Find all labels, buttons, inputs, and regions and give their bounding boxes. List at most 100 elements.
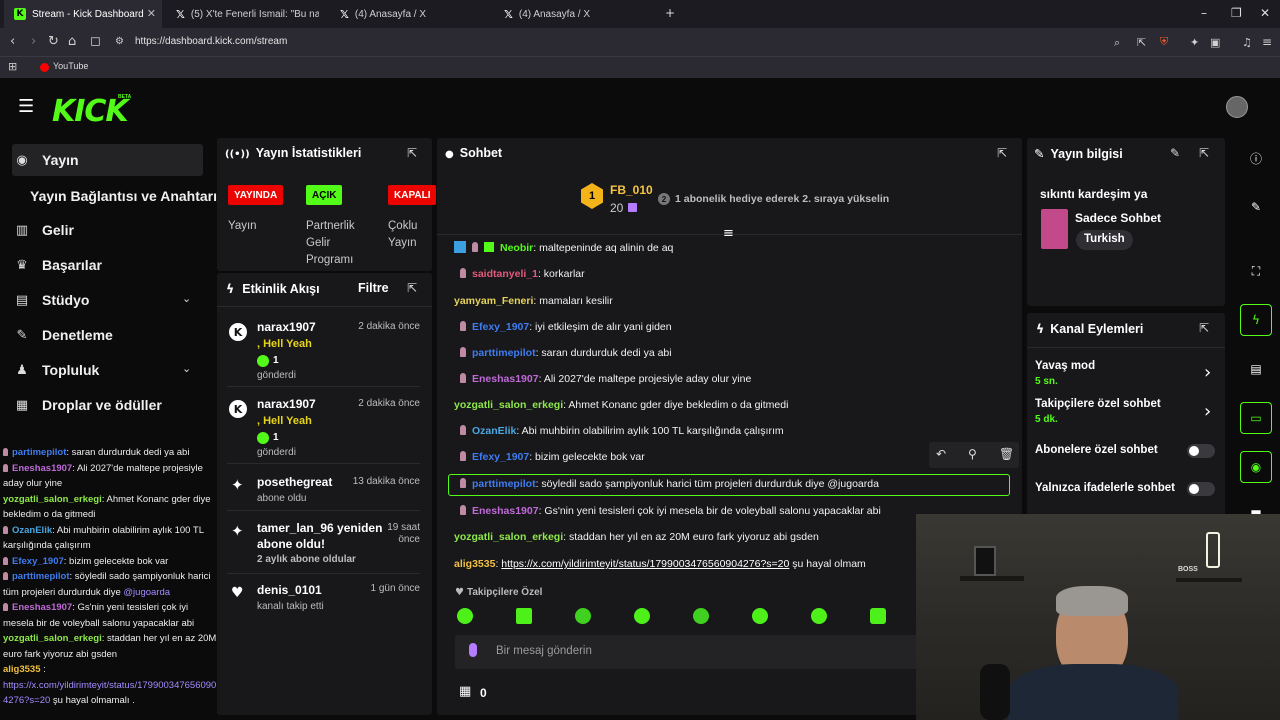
forward-icon[interactable]: › [31, 34, 36, 49]
media-icon[interactable]: ♫ [1242, 36, 1252, 49]
chat-user[interactable]: Neobir [500, 242, 533, 254]
sidebar-item-droplar[interactable]: ▦ Droplar ve ödüller [14, 390, 162, 420]
emote[interactable] [516, 608, 532, 624]
chat-message[interactable]: yozgatli_salon_erkegi: staddan her yıl e… [454, 530, 819, 544]
bookmark-youtube[interactable]: YouTube [53, 61, 88, 71]
emote[interactable] [870, 608, 886, 624]
chat-user[interactable]: parttimepilot [472, 347, 536, 359]
top-gifter-name[interactable]: FB_010 [610, 183, 653, 197]
chat-user[interactable]: Eneshas1907 [472, 505, 539, 517]
emote[interactable] [634, 608, 650, 624]
chat-user[interactable]: Eneshas1907 [472, 373, 539, 385]
menu-icon[interactable]: ≡ [1262, 35, 1272, 49]
chevron-right-icon[interactable]: › [1204, 401, 1211, 422]
emote[interactable] [811, 608, 827, 624]
home-icon[interactable]: ⌂ [68, 34, 76, 49]
chat-user[interactable]: yozgatli_salon_erkegi [454, 531, 563, 543]
kick-logo[interactable]: KICK [52, 94, 129, 129]
url-field[interactable]: https://dashboard.kick.com/stream [135, 36, 287, 47]
chat-message[interactable]: Efexy_1907: bizim gelecekte bok var [460, 450, 645, 464]
tab-x-home-2[interactable]: 𝕏 (4) Anasayfa / X [494, 0, 654, 28]
category-name[interactable]: Sadece Sohbet [1075, 211, 1161, 225]
sidebar-icon[interactable]: ▣ [1210, 36, 1220, 49]
tab-kick-dashboard[interactable]: K Stream - Kick Dashboard ✕ [4, 0, 162, 28]
chat-message[interactable]: parttimepilot: saran durdurduk dedi ya a… [460, 346, 672, 360]
minimize-icon[interactable]: – [1201, 6, 1207, 20]
chat-message[interactable]: Efexy_1907: iyi etkileşim de alır yani g… [460, 320, 672, 334]
followers-only-label[interactable]: Takipçilere özel sohbet [1035, 398, 1161, 410]
chat-user[interactable]: OzanElik [472, 425, 516, 437]
zoom-icon[interactable]: ⌕ [1114, 36, 1120, 50]
pin-icon[interactable]: ⚲ [968, 447, 977, 461]
chat-message[interactable]: alig3535: https://x.com/yildirimteyit/st… [454, 557, 866, 571]
emote-only-toggle[interactable] [1187, 482, 1215, 496]
apps-icon[interactable]: ⊞ [8, 60, 17, 73]
chat-message[interactable]: Eneshas1907: Ali 2027'de maltepe projesi… [460, 372, 751, 386]
event-user[interactable]: denis_0101 [257, 582, 322, 598]
avatar[interactable] [1226, 96, 1248, 118]
pinned-collapse-icon[interactable]: ≡ [723, 226, 734, 241]
mention-link[interactable]: @jugoarda [123, 587, 170, 598]
sub-only-toggle[interactable] [1187, 444, 1215, 458]
edit-icon[interactable]: ✎ [1170, 146, 1180, 160]
back-icon[interactable]: ‹ [10, 34, 15, 49]
maximize-icon[interactable]: ❐ [1231, 6, 1242, 20]
broadcast-rail-icon[interactable]: ◉ [1240, 451, 1272, 483]
popout-icon[interactable]: ⇱ [1199, 146, 1209, 160]
hamburger-icon[interactable]: ☰ [18, 96, 34, 117]
chat-message[interactable]: saidtanyeli_1: korkarlar [460, 267, 585, 281]
tab-x-fenerli[interactable]: 𝕏 (5) X'te Fenerli İsmail: "Bu nasıl uça… [166, 0, 326, 28]
popout-icon[interactable]: ⇱ [407, 281, 417, 295]
chat-message[interactable]: Neobir: maltepeninde aq alinin de aq [454, 241, 673, 255]
emote[interactable] [693, 608, 709, 624]
popout-icon[interactable]: ⇱ [407, 146, 417, 160]
popout-icon[interactable]: ⇱ [1199, 321, 1209, 335]
chat-user[interactable]: Efexy_1907 [472, 321, 529, 333]
site-info-icon[interactable]: ⚙ [115, 36, 124, 47]
mic-icon[interactable] [469, 643, 477, 657]
chat-user[interactable]: saidtanyeli_1 [472, 268, 538, 280]
pencil-icon[interactable]: ✎ [1240, 191, 1272, 223]
chat-message[interactable]: yozgatli_salon_erkegi: Ahmet Konanc gder… [454, 398, 788, 412]
doc-icon[interactable]: ▤ [1240, 353, 1272, 385]
share-icon[interactable]: ⇱ [1137, 36, 1146, 49]
popout-icon[interactable]: ⇱ [997, 146, 1007, 160]
slow-mode-label[interactable]: Yavaş mod [1035, 360, 1095, 372]
new-tab-icon[interactable]: + [665, 6, 675, 20]
chat-user[interactable]: yozgatli_salon_erkegi [454, 399, 563, 411]
sidebar-item-yayin[interactable]: ◉ Yayın [14, 145, 78, 175]
close-tab-icon[interactable]: ✕ [147, 7, 156, 20]
chat-rail-icon[interactable]: ▭ [1240, 402, 1272, 434]
bookmark-icon[interactable]: ◻ [90, 34, 101, 49]
sidebar-item-denetleme[interactable]: ✎ Denetleme [14, 320, 113, 350]
store-icon[interactable]: ▦ [459, 684, 471, 699]
event-user[interactable]: tamer_lan_96 yeniden abone oldu! [257, 520, 385, 552]
event-user[interactable]: narax1907 [257, 396, 316, 412]
emote[interactable] [457, 608, 473, 624]
sidebar-item-gelir[interactable]: ▥ Gelir [14, 215, 74, 245]
emote[interactable] [752, 608, 768, 624]
close-window-icon[interactable]: ✕ [1260, 6, 1270, 20]
extensions-icon[interactable]: ✦ [1190, 36, 1199, 49]
sidebar-item-studyo[interactable]: ▤ Stüdyo [14, 285, 90, 315]
chevron-right-icon[interactable]: › [1204, 362, 1211, 383]
chat-message[interactable]: OzanElik: Abi muhbirin olabilirim aylık … [460, 424, 784, 438]
event-user[interactable]: narax1907 [257, 319, 316, 335]
sidebar-item-topluluk[interactable]: ♟ Topluluk [14, 355, 99, 385]
reload-icon[interactable]: ↻ [48, 34, 59, 49]
filter-button[interactable]: Filtre [358, 281, 389, 295]
sidebar-item-baglanti[interactable]: Yayın Bağlantısı ve Anahtarı [30, 181, 217, 211]
brave-shield-icon[interactable]: ⛨ [1160, 35, 1168, 49]
sidebar-item-basarilar[interactable]: ♛ Başarılar [14, 250, 102, 280]
chat-user[interactable]: parttimepilot [472, 478, 536, 490]
emote[interactable] [575, 608, 591, 624]
screen-icon[interactable]: ⛶ [1240, 255, 1272, 287]
chat-user[interactable]: yamyam_Feneri [454, 295, 533, 307]
chevron-down-icon[interactable]: ⌄ [182, 292, 191, 305]
reply-icon[interactable]: ↶ [936, 447, 946, 461]
chat-message[interactable]: Eneshas1907: Gs'nin yeni tesisleri çok i… [460, 504, 881, 518]
chat-user[interactable]: Efexy_1907 [472, 451, 529, 463]
bolt-rail-icon[interactable]: ϟ [1240, 304, 1272, 336]
chat-link[interactable]: https://x.com/yildirimteyit/status/17990… [501, 558, 789, 570]
chat-message-highlighted[interactable]: parttimepilot: söyledil sado şampiyonluk… [460, 477, 879, 491]
